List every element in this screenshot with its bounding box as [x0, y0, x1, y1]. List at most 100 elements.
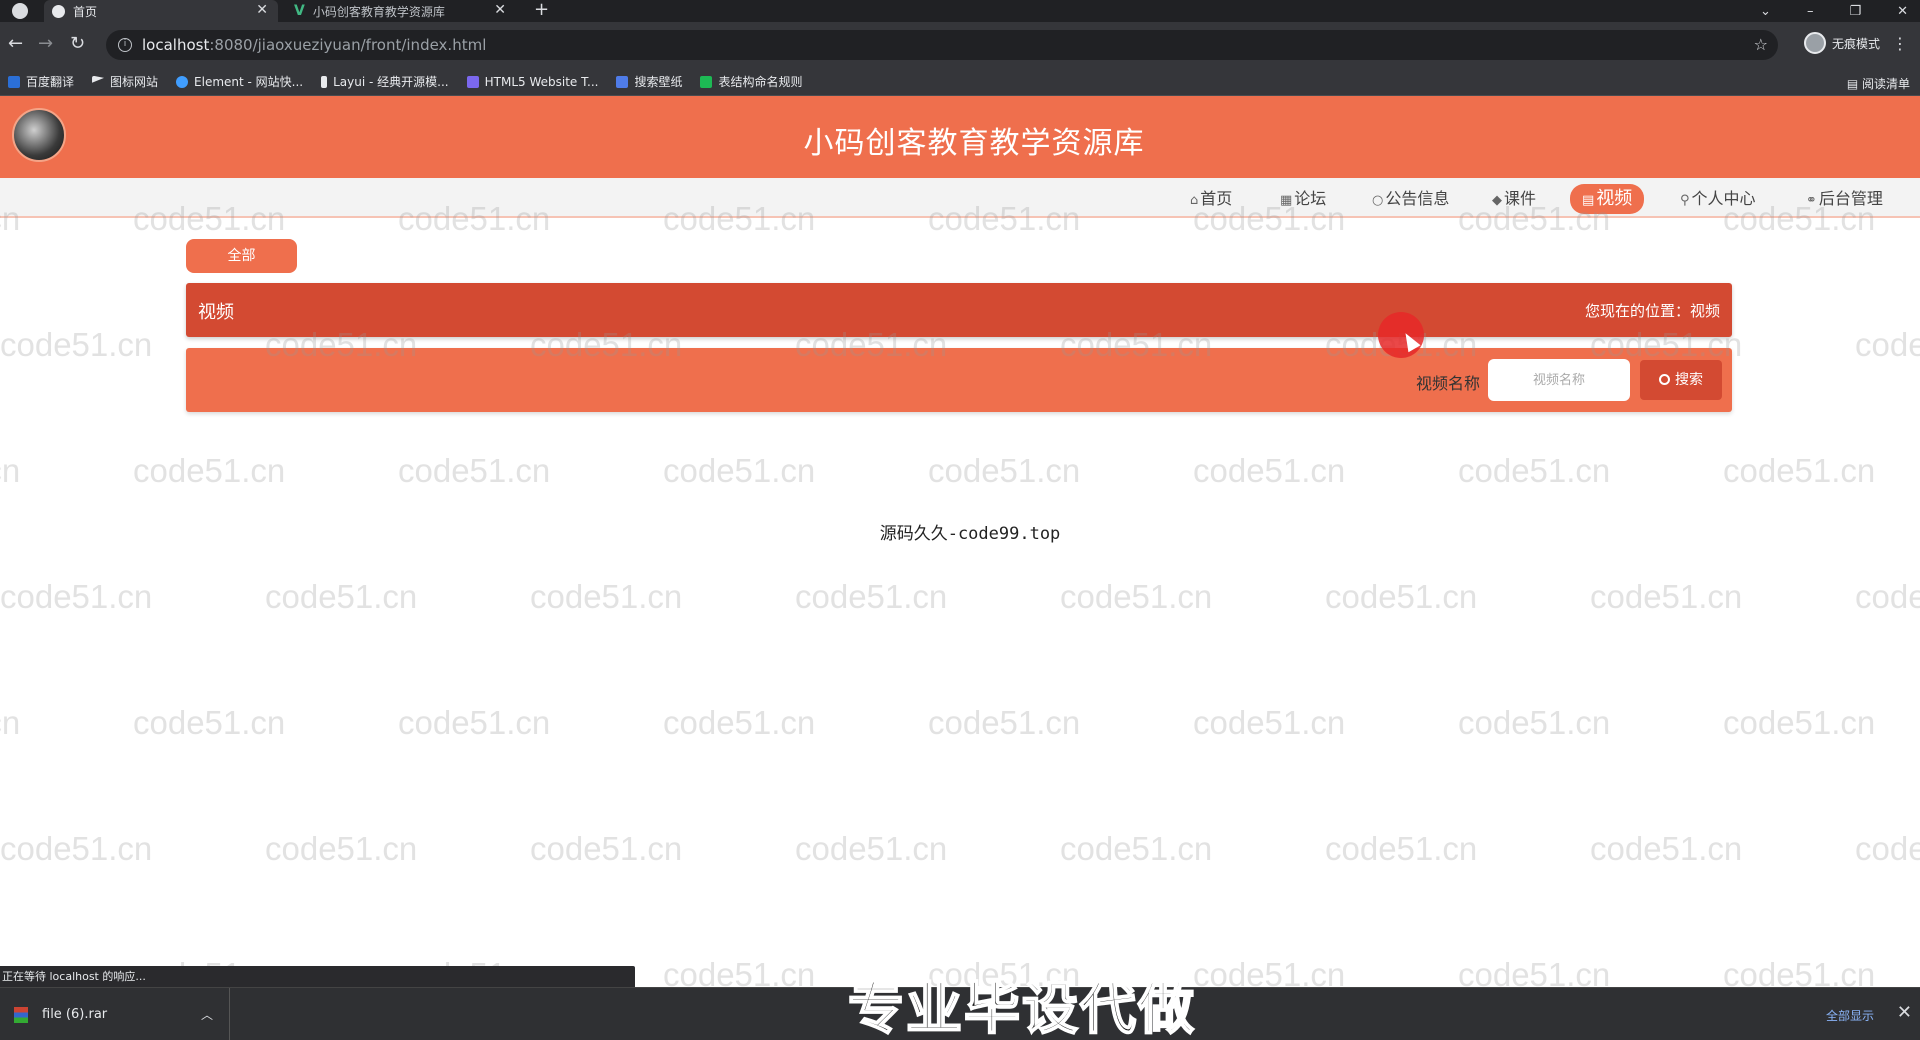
watermark-text: code51.cn — [928, 452, 1081, 489]
site-title: 小码创客教育教学资源库 — [803, 126, 1145, 161]
tab-title: 首页 — [73, 4, 98, 19]
translate-icon — [8, 75, 20, 88]
watermark-text: code51.cn — [398, 704, 551, 741]
watermark-text: code51.cn — [795, 830, 948, 867]
watermark-text: code51.cn — [1193, 452, 1346, 489]
footer-text: 源码久久-code99.top — [879, 524, 1061, 544]
bookmark-star-icon[interactable]: ☆ — [1754, 35, 1768, 54]
watermark-text: code51.cn — [0, 452, 21, 489]
bookmark-item[interactable]: HTML5 Website T... — [466, 75, 598, 89]
bookmark-item[interactable]: 百度翻译 — [8, 73, 74, 90]
watermark-text: code51.cn — [265, 830, 418, 867]
watermark-text: code51.cn — [0, 704, 21, 741]
wallpaper-icon — [616, 75, 629, 88]
watermark-text: code51.cn — [1458, 704, 1611, 741]
video-icon: ▤ — [1582, 193, 1595, 208]
watermark-text: code51.cn — [795, 578, 948, 615]
tab-title: 小码创客教育教学资源库 — [312, 4, 445, 19]
search-panel: 视频名称 搜索 — [186, 348, 1732, 412]
watermark-text: code51.cn — [1855, 578, 1920, 615]
bookmark-item[interactable]: 搜索壁纸 — [616, 73, 682, 90]
window-controls: ⌄ – ❐ ✕ — [1760, 0, 1908, 22]
incognito-icon — [1803, 32, 1826, 54]
forward-icon[interactable]: → — [38, 34, 53, 54]
new-tab-button[interactable]: + — [534, 0, 549, 20]
tab-home[interactable]: 首页 ✕ — [44, 0, 278, 22]
watermark-text: code51.cn — [928, 704, 1081, 741]
layui-icon — [321, 75, 328, 88]
watermark-text: code51.cn — [398, 452, 551, 489]
watermark-text: code51.cn — [1855, 830, 1920, 867]
html5-icon — [466, 75, 479, 88]
site-info-icon[interactable]: i — [118, 38, 132, 52]
browser-menu-icon[interactable]: ⋮ — [1892, 34, 1908, 53]
overlay-subtitle: 专业毕设代做 — [847, 976, 1196, 1040]
watermark-text: code51.cn — [530, 578, 683, 615]
watermark-text: code51.cn — [1193, 704, 1346, 741]
watermark-text: code51.cn — [1590, 578, 1743, 615]
close-window-icon[interactable]: ✕ — [1897, 4, 1908, 19]
watermark-text: code51.cn — [0, 830, 153, 867]
watermark-text: code51.cn — [530, 830, 683, 867]
main-nav: ⌂ 首页 ▦ 论坛 ○ 公告信息 ◆ 课件 ▤ 视频 ⚲ 个人中心 ⚭ 后台管理 — [0, 178, 1920, 218]
reload-icon[interactable]: ↻ — [70, 34, 85, 54]
nav-item-notice[interactable]: ○ 公告信息 — [1372, 186, 1449, 212]
section-header: 视频 您现在的位置：视频 — [186, 283, 1732, 337]
watermark-text: code51.cn — [1590, 830, 1743, 867]
watermark-text: code51.cn — [265, 578, 418, 615]
globe-icon — [52, 4, 65, 18]
restore-icon[interactable]: ❐ — [1849, 4, 1861, 19]
bookmark-item[interactable]: Element - 网站快... — [176, 73, 303, 90]
forum-icon: ▦ — [1280, 193, 1293, 208]
close-tab-icon[interactable]: ✕ — [256, 2, 268, 18]
watermark-text: code51.cn — [1458, 452, 1611, 489]
tab-resource-library[interactable]: V 小码创客教育教学资源库 ✕ — [284, 0, 516, 22]
url-path: :8080/jiaoxueziyuan/front/index.html — [209, 36, 487, 54]
watermark-text: code51.cn — [1325, 578, 1478, 615]
nav-item-courseware[interactable]: ◆ 课件 — [1492, 186, 1536, 212]
minimize-icon[interactable]: – — [1807, 4, 1814, 19]
bookmarks-bar: 百度翻译 图标网站 Element - 网站快... Layui - 经典开源模… — [0, 68, 1920, 96]
watermark-text: code51.cn — [1060, 830, 1213, 867]
courseware-icon: ◆ — [1492, 193, 1502, 208]
watermark-text: code51.cn — [1723, 452, 1876, 489]
video-name-input[interactable] — [1488, 359, 1630, 401]
breadcrumb: 您现在的位置：视频 — [1584, 302, 1720, 320]
browser-app-icon[interactable] — [12, 3, 28, 19]
tab-search-icon[interactable]: ⌄ — [1760, 4, 1771, 19]
search-label: 视频名称 — [1415, 374, 1480, 393]
address-bar[interactable]: i localhost:8080/jiaoxueziyuan/front/ind… — [106, 30, 1778, 60]
user-icon: ⚲ — [1680, 193, 1690, 208]
watermark-text: code51.cn — [133, 452, 286, 489]
link-icon: ⚭ — [1806, 193, 1817, 208]
bookmark-item[interactable]: Layui - 经典开源模... — [321, 73, 449, 90]
nav-item-home[interactable]: ⌂ 首页 — [1190, 186, 1232, 212]
search-icon — [1659, 374, 1670, 385]
search-button[interactable]: 搜索 — [1640, 360, 1722, 400]
section-title: 视频 — [198, 302, 234, 323]
url-host: localhost — [142, 36, 210, 54]
bookmark-item[interactable]: 表结构命名规则 — [700, 73, 802, 90]
reading-list-icon: ▤ — [1846, 77, 1862, 91]
browser-tab-strip: 首页 ✕ V 小码创客教育教学资源库 ✕ + ⌄ – ❐ ✕ — [0, 0, 1920, 22]
notice-icon: ○ — [1372, 193, 1384, 208]
watermark-text: code51.cn — [663, 452, 816, 489]
home-icon: ⌂ — [1190, 193, 1199, 208]
nav-item-forum[interactable]: ▦ 论坛 — [1280, 186, 1326, 212]
vue-icon: V — [294, 3, 305, 19]
site-header: 小码创客教育教学资源库 — [0, 96, 1920, 178]
bookmark-item[interactable]: 图标网站 — [92, 73, 158, 90]
incognito-profile[interactable]: 无痕模式 — [1803, 32, 1880, 54]
back-icon[interactable]: ← — [8, 34, 23, 54]
filter-all-button[interactable]: 全部 — [186, 239, 297, 273]
reading-list-button[interactable]: ▤ 阅读清单 — [1847, 75, 1910, 92]
close-tab-icon[interactable]: ✕ — [494, 2, 506, 18]
nav-item-video[interactable]: ▤ 视频 — [1570, 184, 1645, 214]
nav-item-user-center[interactable]: ⚲ 个人中心 — [1680, 186, 1756, 212]
watermark-text: code51.cn — [1723, 704, 1876, 741]
element-icon — [176, 75, 189, 88]
sheet-icon — [700, 75, 713, 88]
watermark-text: code51.cn — [0, 326, 153, 363]
nav-item-admin[interactable]: ⚭ 后台管理 — [1806, 186, 1883, 212]
watermark-text: code51.cn — [663, 704, 816, 741]
